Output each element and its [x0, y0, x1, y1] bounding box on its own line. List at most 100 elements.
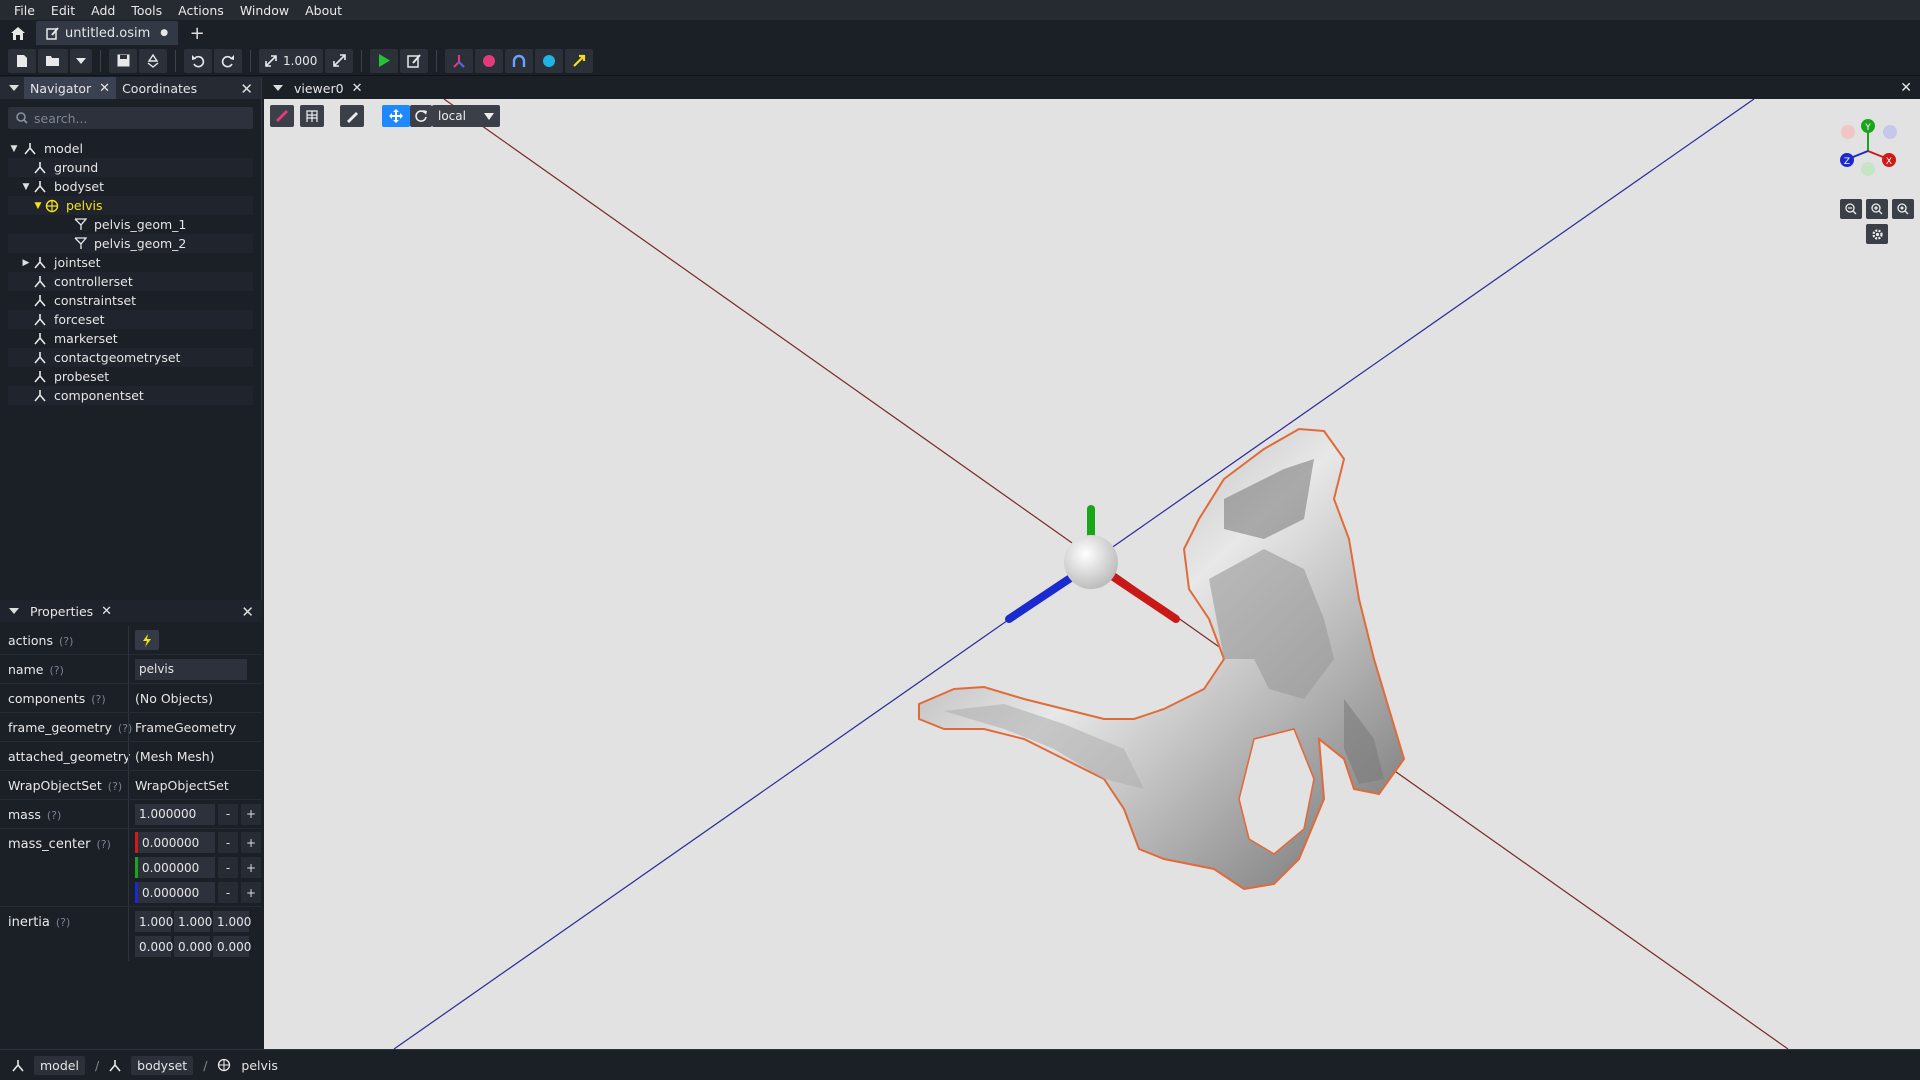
add-force-button[interactable]: [565, 48, 594, 73]
mass-center-x-field[interactable]: 0.000000: [135, 832, 215, 853]
inertia-yy-field[interactable]: 1.000: [174, 911, 212, 932]
tab-navigator[interactable]: Navigator ✕: [24, 77, 117, 99]
zoom-in-button[interactable]: [1866, 199, 1888, 219]
close-icon[interactable]: ✕: [99, 81, 110, 96]
pelvis-mesh[interactable]: [918, 427, 1406, 891]
tab-properties[interactable]: Properties ✕: [24, 600, 118, 622]
collapse-icon[interactable]: [268, 83, 288, 93]
menu-about[interactable]: About: [297, 3, 350, 18]
search-input[interactable]: search...: [8, 107, 253, 129]
edit-sim-settings-button[interactable]: [400, 48, 429, 73]
scale-factor-control[interactable]: 1.000: [259, 48, 324, 73]
undo-button[interactable]: [184, 48, 212, 73]
mass-center-y-field[interactable]: 0.000000: [135, 857, 215, 878]
mass-center-x-increment[interactable]: +: [241, 832, 261, 853]
tree-item-jointset[interactable]: ▶ jointset: [8, 253, 253, 272]
viewer-settings-button[interactable]: [1866, 224, 1888, 244]
tree-item-contactgeometryset[interactable]: contactgeometryset: [8, 348, 253, 367]
gizmo-origin-sphere[interactable]: [1064, 535, 1118, 589]
autoscale-button[interactable]: [325, 48, 354, 73]
wrapobjectset-value[interactable]: WrapObjectSet: [135, 778, 229, 793]
actions-button[interactable]: [135, 630, 159, 650]
gizmo-z-axis[interactable]: [1005, 573, 1076, 623]
tab-coordinates[interactable]: Coordinates: [116, 77, 203, 99]
tree-item-pelvis[interactable]: ▼ pelvis: [8, 196, 253, 215]
zoom-fit-button[interactable]: [1892, 199, 1914, 219]
home-button[interactable]: [0, 20, 36, 46]
mass-center-x-decrement[interactable]: -: [218, 832, 238, 853]
3d-viewport[interactable]: local Y X Z: [264, 99, 1920, 1049]
collapse-icon[interactable]: [4, 83, 24, 93]
inertia-xy-field[interactable]: 0.000: [135, 936, 173, 957]
new-file-button[interactable]: [8, 48, 36, 73]
menu-tools[interactable]: Tools: [123, 3, 170, 18]
tab-viewer0-label[interactable]: viewer0: [294, 81, 344, 96]
close-icon[interactable]: ✕: [352, 81, 363, 96]
mass-center-y-decrement[interactable]: -: [218, 857, 238, 878]
help-marker[interactable]: (?): [56, 916, 70, 929]
mass-center-z-increment[interactable]: +: [241, 882, 261, 903]
redo-button[interactable]: [214, 48, 242, 73]
inertia-xx-field[interactable]: 1.000: [135, 911, 173, 932]
frame-geometry-value[interactable]: FrameGeometry: [135, 720, 236, 735]
menu-file[interactable]: File: [6, 3, 43, 18]
tree-item-controllerset[interactable]: controllerset: [8, 272, 253, 291]
mass-decrement-button[interactable]: -: [218, 803, 238, 825]
inertia-xz-field[interactable]: 0.000: [174, 936, 212, 957]
add-body-button[interactable]: [445, 48, 474, 73]
expand-arrow-icon[interactable]: ▼: [8, 144, 20, 154]
tree-item-componentset[interactable]: componentset: [8, 386, 253, 405]
help-marker[interactable]: (?): [108, 780, 122, 793]
orientation-gizmo[interactable]: Y X Z: [1828, 117, 1908, 187]
draw-tool-button[interactable]: [340, 105, 364, 127]
help-marker[interactable]: (?): [91, 693, 105, 706]
collapse-icon[interactable]: [4, 606, 24, 616]
zoom-out-button[interactable]: [1840, 199, 1862, 219]
breadcrumb-bodyset[interactable]: bodyset: [131, 1055, 194, 1075]
transform-gizmo[interactable]: [1005, 505, 1180, 623]
reload-button[interactable]: [139, 48, 167, 73]
tab-untitled-osim[interactable]: untitled.osim ●: [36, 21, 179, 45]
expand-arrow-icon[interactable]: ▼: [20, 182, 32, 192]
simulate-button[interactable]: [370, 48, 399, 73]
help-marker[interactable]: (?): [59, 635, 73, 648]
measure-tool-button[interactable]: [270, 105, 294, 127]
translate-mode-button[interactable]: [382, 105, 410, 127]
breadcrumb-model[interactable]: model: [34, 1055, 85, 1075]
add-tab-button[interactable]: +: [184, 21, 210, 45]
help-marker[interactable]: (?): [97, 838, 111, 851]
tree-item-forceset[interactable]: forceset: [8, 310, 253, 329]
expand-arrow-icon[interactable]: ▶: [20, 258, 32, 268]
menu-add[interactable]: Add: [83, 3, 123, 18]
gizmo-x-axis[interactable]: [1105, 570, 1180, 623]
add-joint-button[interactable]: [505, 48, 534, 73]
frame-mode-select[interactable]: local: [432, 105, 500, 127]
add-contact-geometry-button[interactable]: [535, 48, 564, 73]
scene-options-button[interactable]: [300, 105, 324, 127]
mass-center-z-field[interactable]: 0.000000: [135, 882, 215, 903]
mass-center-z-decrement[interactable]: -: [218, 882, 238, 903]
tree-item-bodyset[interactable]: ▼ bodyset: [8, 177, 253, 196]
tree-item-pelvis-geom-1[interactable]: pelvis_geom_1: [8, 215, 253, 234]
tree-item-constraintset[interactable]: constraintset: [8, 291, 253, 310]
close-panel-icon[interactable]: ✕: [241, 603, 254, 621]
inertia-yz-field[interactable]: 0.000: [213, 936, 251, 957]
expand-arrow-icon[interactable]: ▼: [32, 201, 44, 211]
name-field[interactable]: pelvis: [135, 658, 247, 680]
help-marker[interactable]: (?): [47, 809, 61, 822]
open-file-button[interactable]: [38, 48, 68, 73]
menu-window[interactable]: Window: [232, 3, 297, 18]
attached-geometry-value[interactable]: (Mesh Mesh): [135, 749, 215, 764]
mass-center-y-increment[interactable]: +: [241, 857, 261, 878]
recent-files-dropdown[interactable]: [70, 48, 92, 73]
tree-item-markerset[interactable]: markerset: [8, 329, 253, 348]
menu-actions[interactable]: Actions: [170, 3, 232, 18]
tree-item-pelvis-geom-2[interactable]: pelvis_geom_2: [8, 234, 253, 253]
add-marker-button[interactable]: [475, 48, 504, 73]
save-button[interactable]: [109, 48, 137, 73]
close-icon[interactable]: ✕: [101, 604, 112, 619]
mass-increment-button[interactable]: +: [241, 803, 261, 825]
close-panel-icon[interactable]: ✕: [240, 80, 253, 98]
help-marker[interactable]: (?): [49, 664, 63, 677]
tree-item-ground[interactable]: ground: [8, 158, 253, 177]
